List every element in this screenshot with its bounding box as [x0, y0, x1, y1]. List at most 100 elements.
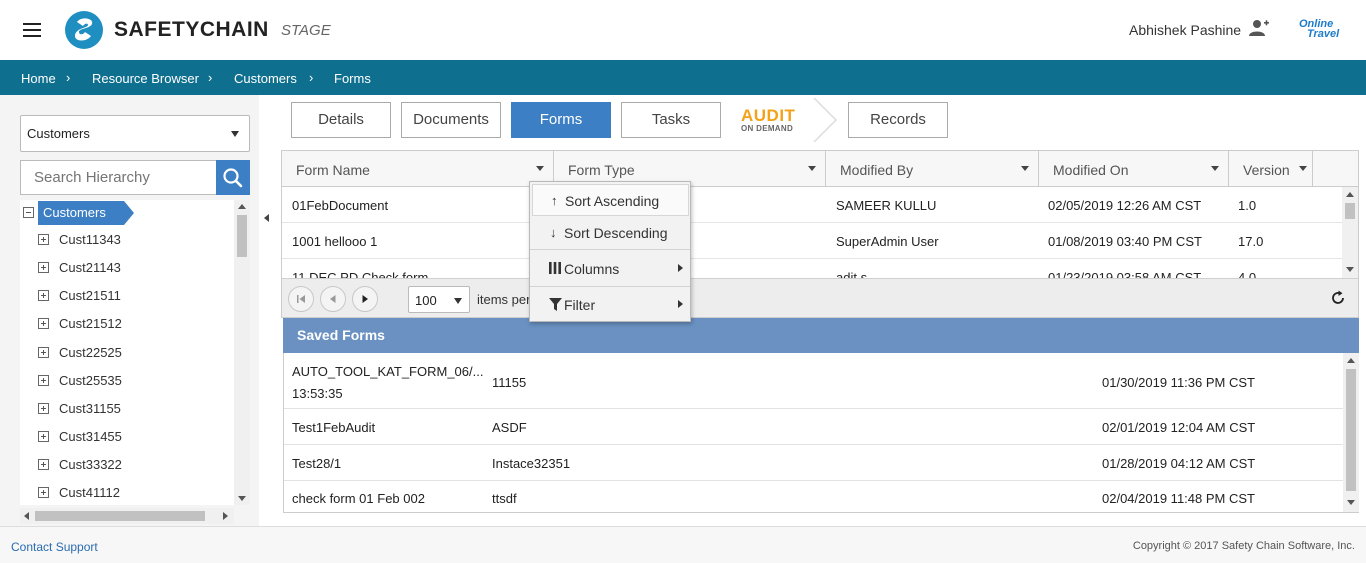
menu-divider: [530, 286, 690, 287]
hierarchy-search-input[interactable]: [21, 161, 201, 194]
arrow-down-icon: ↓: [550, 225, 557, 240]
scrollbar-thumb[interactable]: [1345, 203, 1355, 219]
tree-horizontal-scrollbar[interactable]: [20, 508, 234, 524]
chevron-right-icon: ›: [66, 70, 71, 85]
columns-icon: [549, 262, 561, 274]
copyright-text: Copyright © 2017 Safety Chain Software, …: [1132, 540, 1355, 552]
user-settings-icon[interactable]: [1249, 19, 1269, 37]
hierarchy-type-dropdown[interactable]: Customers: [20, 115, 250, 152]
submenu-arrow-icon: [678, 264, 683, 272]
tree-vertical-scrollbar[interactable]: [234, 200, 250, 505]
user-name[interactable]: Abhishek Pashine: [1129, 22, 1241, 38]
expand-icon[interactable]: [38, 290, 49, 301]
partner-logo: Online Travel: [1299, 18, 1340, 40]
hierarchy-panel: Customers Customers Cust11343 Cust21143 …: [0, 95, 259, 526]
list-item[interactable]: AUTO_TOOL_KAT_FORM_06/... 13:53:35 11155…: [284, 353, 1343, 409]
list-item[interactable]: check form 01 Feb 002 ttsdf 02/04/2019 1…: [284, 481, 1343, 512]
previous-page-button[interactable]: [320, 286, 346, 312]
column-header-modified-on[interactable]: Modified On: [1039, 151, 1229, 187]
expand-icon[interactable]: [38, 347, 49, 358]
scroll-down-icon[interactable]: [1347, 500, 1355, 505]
grid-pager: 100 items per page: [282, 278, 1358, 317]
brand-name: SAFETYCHAIN: [114, 18, 269, 41]
page-size-select[interactable]: 100: [408, 286, 470, 313]
expand-icon[interactable]: [38, 487, 49, 498]
scrollbar-thumb[interactable]: [35, 511, 205, 521]
expand-icon[interactable]: [38, 431, 49, 442]
previous-page-icon: [330, 295, 336, 303]
column-header-form-name[interactable]: Form Name: [282, 151, 554, 187]
expand-icon[interactable]: [38, 459, 49, 470]
next-page-button[interactable]: [352, 286, 378, 312]
breadcrumb-home[interactable]: Home: [21, 71, 56, 86]
scroll-right-icon[interactable]: [223, 512, 228, 520]
sort-ascending-option[interactable]: ↑ Sort Ascending: [532, 184, 689, 216]
expand-icon[interactable]: [38, 262, 49, 273]
chevron-right-icon: ›: [309, 70, 314, 85]
scrollbar-thumb[interactable]: [237, 215, 247, 257]
expand-icon[interactable]: [38, 234, 49, 245]
table-row[interactable]: 1001 hellooo 1 SuperAdmin User 01/08/201…: [282, 223, 1342, 259]
column-menu-icon[interactable]: [1021, 166, 1029, 171]
tab-records[interactable]: Records: [848, 102, 948, 138]
refresh-icon[interactable]: [1330, 290, 1346, 306]
environment-label: STAGE: [281, 22, 331, 39]
tab-details[interactable]: Details: [291, 102, 391, 138]
app-header: SAFETYCHAIN STAGE Abhishek Pashine Onlin…: [0, 0, 1366, 60]
table-row[interactable]: 01FebDocument SAMEER KULLU 02/05/2019 12…: [282, 187, 1342, 223]
column-menu-icon[interactable]: [808, 166, 816, 171]
tab-documents[interactable]: Documents: [401, 102, 501, 138]
scrollbar-thumb[interactable]: [1346, 369, 1356, 491]
column-header-version[interactable]: Version: [1229, 151, 1313, 187]
hamburger-menu-icon[interactable]: [23, 23, 41, 37]
columns-option[interactable]: Columns: [532, 252, 689, 284]
arrow-up-icon: ↑: [551, 193, 558, 208]
column-menu-icon[interactable]: [1211, 166, 1219, 171]
list-item[interactable]: Test1FebAudit ASDF 02/01/2019 12:04 AM C…: [284, 409, 1343, 445]
scroll-down-icon[interactable]: [238, 496, 246, 501]
first-page-icon: [297, 295, 305, 303]
contact-support-link[interactable]: Contact Support: [11, 540, 98, 554]
scroll-down-icon[interactable]: [1346, 267, 1354, 272]
breadcrumb-customers[interactable]: Customers: [234, 71, 297, 86]
search-button[interactable]: [216, 160, 250, 195]
hierarchy-tree: Customers Cust11343 Cust21143 Cust21511 …: [20, 200, 250, 505]
column-context-menu: ↑ Sort Ascending ↓ Sort Descending Colum…: [529, 181, 691, 322]
filter-icon: [549, 298, 562, 311]
scroll-up-icon[interactable]: [238, 204, 246, 209]
chevron-right-icon: ›: [208, 70, 213, 85]
saved-forms-vertical-scrollbar[interactable]: [1343, 353, 1359, 512]
breadcrumb: Home › Resource Browser › Customers › Fo…: [0, 60, 1366, 95]
scroll-up-icon[interactable]: [1346, 192, 1354, 197]
scroll-up-icon[interactable]: [1347, 358, 1355, 363]
list-item[interactable]: Test28/1 Instace32351 01/28/2019 04:12 A…: [284, 445, 1343, 481]
grid-vertical-scrollbar[interactable]: [1342, 187, 1358, 278]
table-row[interactable]: 11 DEC PD Check form adit s 01/23/2019 0…: [282, 259, 1342, 278]
chevron-divider-icon: [813, 98, 838, 142]
expand-icon[interactable]: [38, 318, 49, 329]
expand-icon[interactable]: [38, 375, 49, 386]
app-footer: Contact Support Copyright © 2017 Safety …: [0, 526, 1366, 563]
column-header-modified-by[interactable]: Modified By: [826, 151, 1039, 187]
saved-forms-header: Saved Forms: [283, 318, 1359, 353]
expand-icon[interactable]: [38, 403, 49, 414]
hierarchy-search-field: [20, 160, 216, 195]
breadcrumb-forms[interactable]: Forms: [334, 71, 371, 86]
scroll-left-icon[interactable]: [24, 512, 29, 520]
safetychain-logo-icon: [65, 11, 103, 49]
first-page-button[interactable]: [288, 286, 314, 312]
breadcrumb-resource-browser[interactable]: Resource Browser: [92, 71, 199, 86]
grid-header: Form Name Form Type Modified By Modified…: [282, 151, 1358, 187]
column-menu-icon[interactable]: [536, 166, 544, 171]
saved-forms-grid: AUTO_TOOL_KAT_FORM_06/... 13:53:35 11155…: [283, 353, 1359, 513]
sort-descending-option[interactable]: ↓ Sort Descending: [532, 218, 689, 248]
column-menu-icon[interactable]: [1299, 166, 1307, 171]
next-page-icon: [362, 295, 368, 303]
tab-forms[interactable]: Forms: [511, 102, 611, 138]
filter-option[interactable]: Filter: [532, 288, 689, 320]
collapse-icon[interactable]: [23, 207, 34, 218]
submenu-arrow-icon: [678, 300, 683, 308]
panel-collapse-icon[interactable]: [264, 214, 269, 222]
tab-tasks[interactable]: Tasks: [621, 102, 721, 138]
audit-on-demand-tab[interactable]: AUDIT ON DEMAND: [740, 106, 810, 136]
